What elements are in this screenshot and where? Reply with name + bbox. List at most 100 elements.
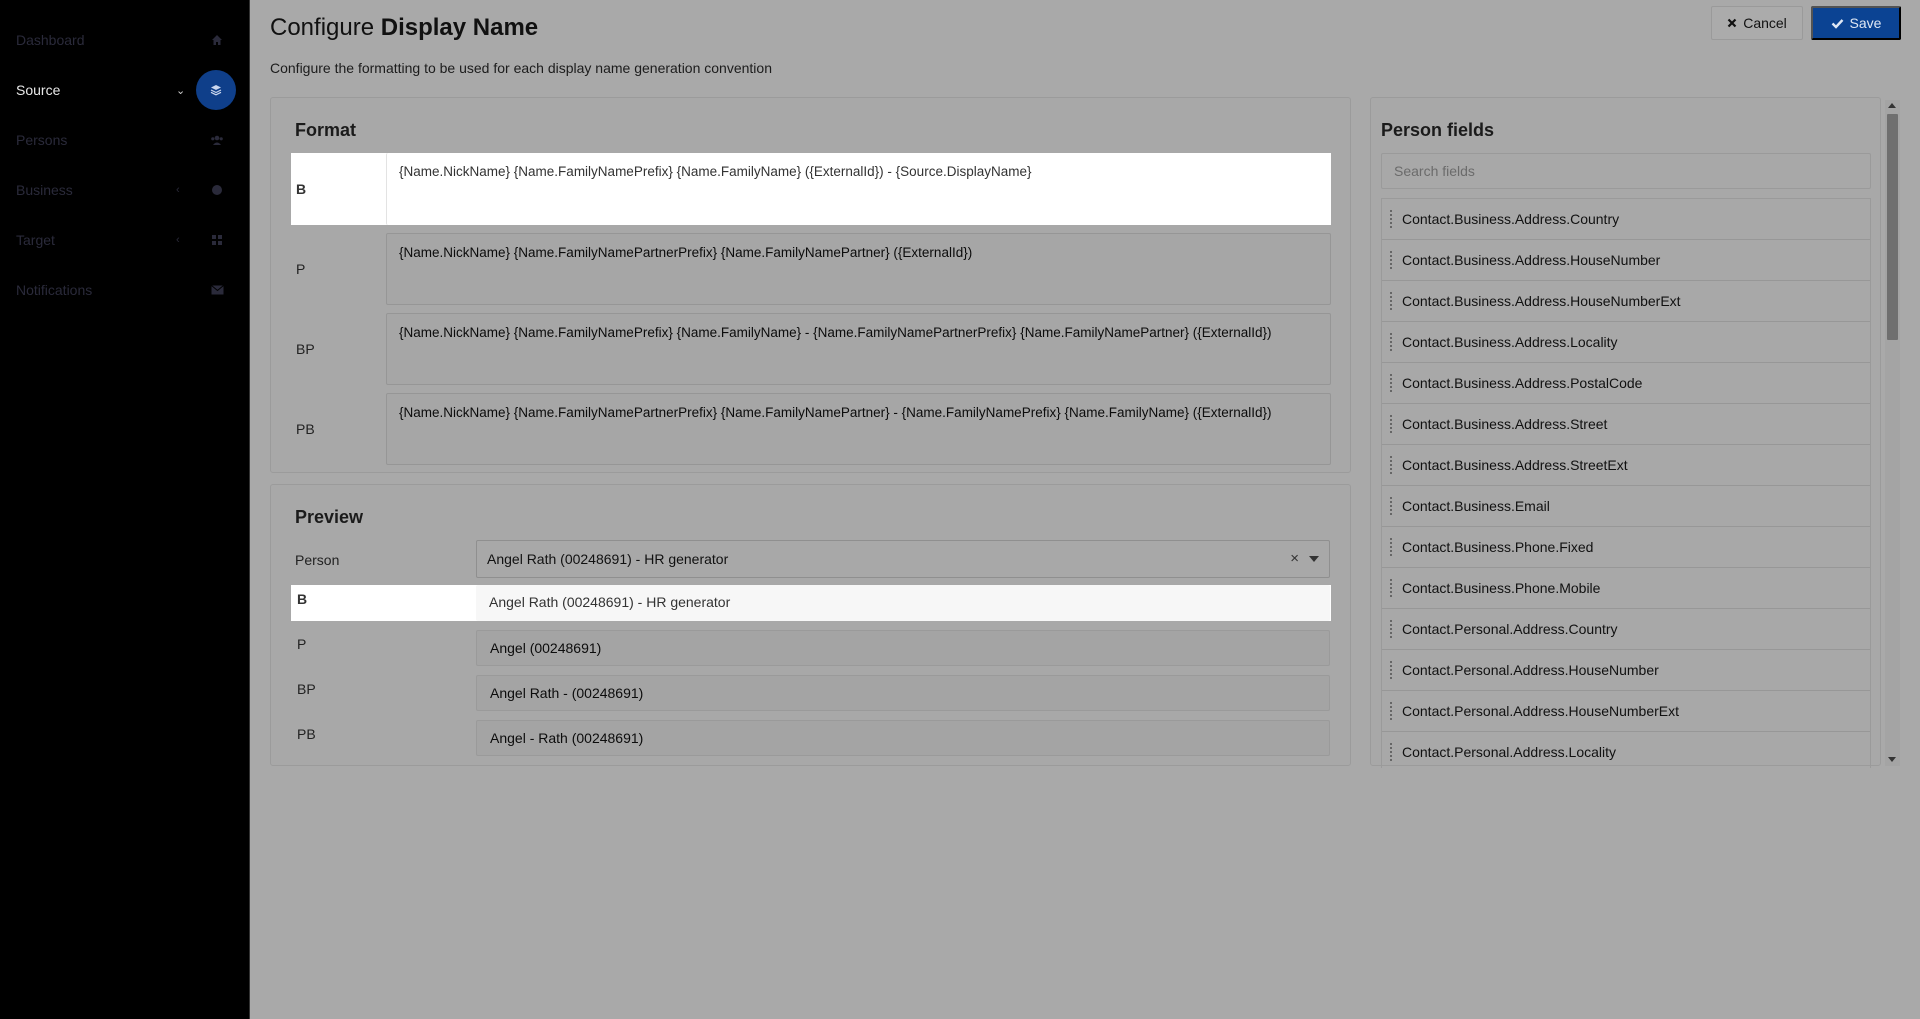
- field-label: Contact.Personal.Address.HouseNumberExt: [1402, 703, 1680, 719]
- scroll-down-icon[interactable]: [1888, 757, 1896, 762]
- sidebar-item-notifications[interactable]: Notifications: [0, 270, 250, 310]
- chevron-down-icon[interactable]: [1309, 556, 1319, 562]
- sidebar-item-label: Source: [16, 82, 61, 98]
- main-content: Configure Display Name Configure the for…: [250, 0, 1920, 1019]
- sidebar-item-dashboard[interactable]: Dashboard: [0, 20, 250, 60]
- envelope-icon: [203, 276, 231, 304]
- cancel-button[interactable]: Cancel: [1711, 6, 1803, 40]
- field-label: Contact.Personal.Address.Locality: [1402, 744, 1616, 760]
- home-icon: [203, 26, 231, 54]
- person-fields-scrollbar[interactable]: [1885, 100, 1900, 766]
- save-button[interactable]: Save: [1811, 6, 1901, 40]
- sidebar-item-target[interactable]: Target ‹: [0, 220, 250, 260]
- preview-row-b: B Angel Rath (00248691) - HR generator: [291, 585, 1331, 621]
- sidebar-item-label: Persons: [16, 132, 68, 148]
- cancel-button-label: Cancel: [1743, 15, 1787, 31]
- list-item[interactable]: Contact.Business.Email: [1382, 486, 1870, 527]
- format-input-b[interactable]: {Name.NickName} {Name.FamilyNamePrefix} …: [386, 153, 1331, 225]
- preview-row-bp: BP Angel Rath - (00248691): [291, 675, 1331, 711]
- person-fields-panel: Person fields Search fields Contact.Busi…: [1370, 97, 1881, 768]
- drag-handle-icon[interactable]: [1390, 743, 1394, 761]
- drag-handle-icon[interactable]: [1390, 702, 1394, 720]
- sidebar-item-label: Dashboard: [16, 32, 85, 48]
- list-item[interactable]: Contact.Personal.Address.Locality: [1382, 732, 1870, 768]
- page-subtitle: Configure the formatting to be used for …: [270, 60, 772, 76]
- list-item[interactable]: Contact.Business.Address.StreetExt: [1382, 445, 1870, 486]
- field-label: Contact.Business.Address.PostalCode: [1402, 375, 1643, 391]
- field-label: Contact.Business.Phone.Fixed: [1402, 539, 1594, 555]
- format-row-label: PB: [296, 421, 315, 437]
- format-row-label: P: [296, 261, 306, 277]
- format-row-label: B: [296, 181, 307, 197]
- list-item[interactable]: Contact.Business.Address.Street: [1382, 404, 1870, 445]
- list-item[interactable]: Contact.Personal.Address.HouseNumberExt: [1382, 691, 1870, 732]
- preview-row-pb: PB Angel - Rath (00248691): [291, 720, 1331, 756]
- list-item[interactable]: Contact.Business.Phone.Mobile: [1382, 568, 1870, 609]
- save-button-label: Save: [1849, 15, 1882, 31]
- drag-handle-icon[interactable]: [1390, 415, 1394, 433]
- drag-handle-icon[interactable]: [1390, 661, 1394, 679]
- list-item[interactable]: Contact.Business.Phone.Fixed: [1382, 527, 1870, 568]
- check-icon: [1831, 18, 1843, 29]
- format-row-b: B {Name.NickName} {Name.FamilyNamePrefix…: [291, 153, 1331, 225]
- drag-handle-icon[interactable]: [1390, 497, 1394, 515]
- field-label: Contact.Personal.Address.HouseNumber: [1402, 662, 1659, 678]
- page-title: Configure Display Name: [270, 14, 538, 42]
- search-fields-input[interactable]: Search fields: [1381, 153, 1871, 189]
- drag-handle-icon[interactable]: [1390, 251, 1394, 269]
- grid-icon: [203, 226, 231, 254]
- drag-handle-icon[interactable]: [1390, 579, 1394, 597]
- format-row-bp: BP {Name.NickName} {Name.FamilyNamePrefi…: [291, 313, 1331, 385]
- drag-handle-icon[interactable]: [1390, 374, 1394, 392]
- drag-handle-icon[interactable]: [1390, 333, 1394, 351]
- preview-row-label: P: [297, 636, 307, 652]
- list-item[interactable]: Contact.Business.Address.Country: [1382, 199, 1870, 240]
- drag-handle-icon[interactable]: [1390, 292, 1394, 310]
- person-select[interactable]: Angel Rath (00248691) - HR generator ×: [476, 540, 1330, 578]
- page-title-prefix: Configure: [270, 14, 381, 41]
- person-label: Person: [295, 552, 340, 568]
- field-label: Contact.Business.Address.Locality: [1402, 334, 1618, 350]
- page-title-bold: Display Name: [380, 14, 539, 41]
- sidebar-item-business[interactable]: Business ‹: [0, 170, 250, 210]
- sidebar-item-label: Business: [16, 182, 73, 198]
- drag-handle-icon[interactable]: [1390, 456, 1394, 474]
- sidebar-item-persons[interactable]: Persons: [0, 120, 250, 160]
- drag-handle-icon[interactable]: [1390, 538, 1394, 556]
- list-item[interactable]: Contact.Business.Address.Locality: [1382, 322, 1870, 363]
- scrollbar-thumb[interactable]: [1887, 114, 1898, 340]
- list-item[interactable]: Contact.Business.Address.HouseNumber: [1382, 240, 1870, 281]
- close-icon: [1727, 18, 1737, 28]
- sidebar-item-label: Target: [16, 232, 55, 248]
- chevron-left-icon: ‹: [176, 234, 180, 246]
- globe-icon: [203, 176, 231, 204]
- format-input-p[interactable]: {Name.NickName} {Name.FamilyNamePartnerP…: [386, 233, 1331, 305]
- drag-handle-icon[interactable]: [1390, 210, 1394, 228]
- list-item[interactable]: Contact.Personal.Address.Country: [1382, 609, 1870, 650]
- list-item[interactable]: Contact.Business.Address.HouseNumberExt: [1382, 281, 1870, 322]
- person-fields-list: Contact.Business.Address.Country Contact…: [1381, 198, 1871, 768]
- field-label: Contact.Business.Phone.Mobile: [1402, 580, 1601, 596]
- preview-value-b: Angel Rath (00248691) - HR generator: [476, 585, 1330, 621]
- list-item[interactable]: Contact.Business.Address.PostalCode: [1382, 363, 1870, 404]
- layers-icon: [196, 70, 236, 110]
- preview-panel: Preview Person Angel Rath (00248691) - H…: [270, 484, 1351, 766]
- preview-title: Preview: [295, 507, 364, 527]
- clear-icon[interactable]: ×: [1290, 541, 1299, 577]
- field-label: Contact.Business.Address.StreetExt: [1402, 457, 1628, 473]
- format-row-label: BP: [296, 341, 315, 357]
- preview-row-label: PB: [297, 726, 316, 742]
- field-label: Contact.Business.Address.HouseNumberExt: [1402, 293, 1681, 309]
- format-input-bp[interactable]: {Name.NickName} {Name.FamilyNamePrefix} …: [386, 313, 1331, 385]
- format-input-pb[interactable]: {Name.NickName} {Name.FamilyNamePartnerP…: [386, 393, 1331, 465]
- users-icon: [203, 126, 231, 154]
- drag-handle-icon[interactable]: [1390, 620, 1394, 638]
- format-panel: Format B {Name.NickName} {Name.FamilyNam…: [270, 97, 1351, 473]
- scroll-up-icon[interactable]: [1888, 103, 1896, 108]
- sidebar-item-source[interactable]: Source ⌄: [0, 70, 250, 110]
- format-row-pb: PB {Name.NickName} {Name.FamilyNamePartn…: [291, 393, 1331, 465]
- field-label: Contact.Personal.Address.Country: [1402, 621, 1618, 637]
- list-item[interactable]: Contact.Personal.Address.HouseNumber: [1382, 650, 1870, 691]
- person-select-value: Angel Rath (00248691) - HR generator: [487, 551, 729, 567]
- preview-row-p: P Angel (00248691): [291, 630, 1331, 666]
